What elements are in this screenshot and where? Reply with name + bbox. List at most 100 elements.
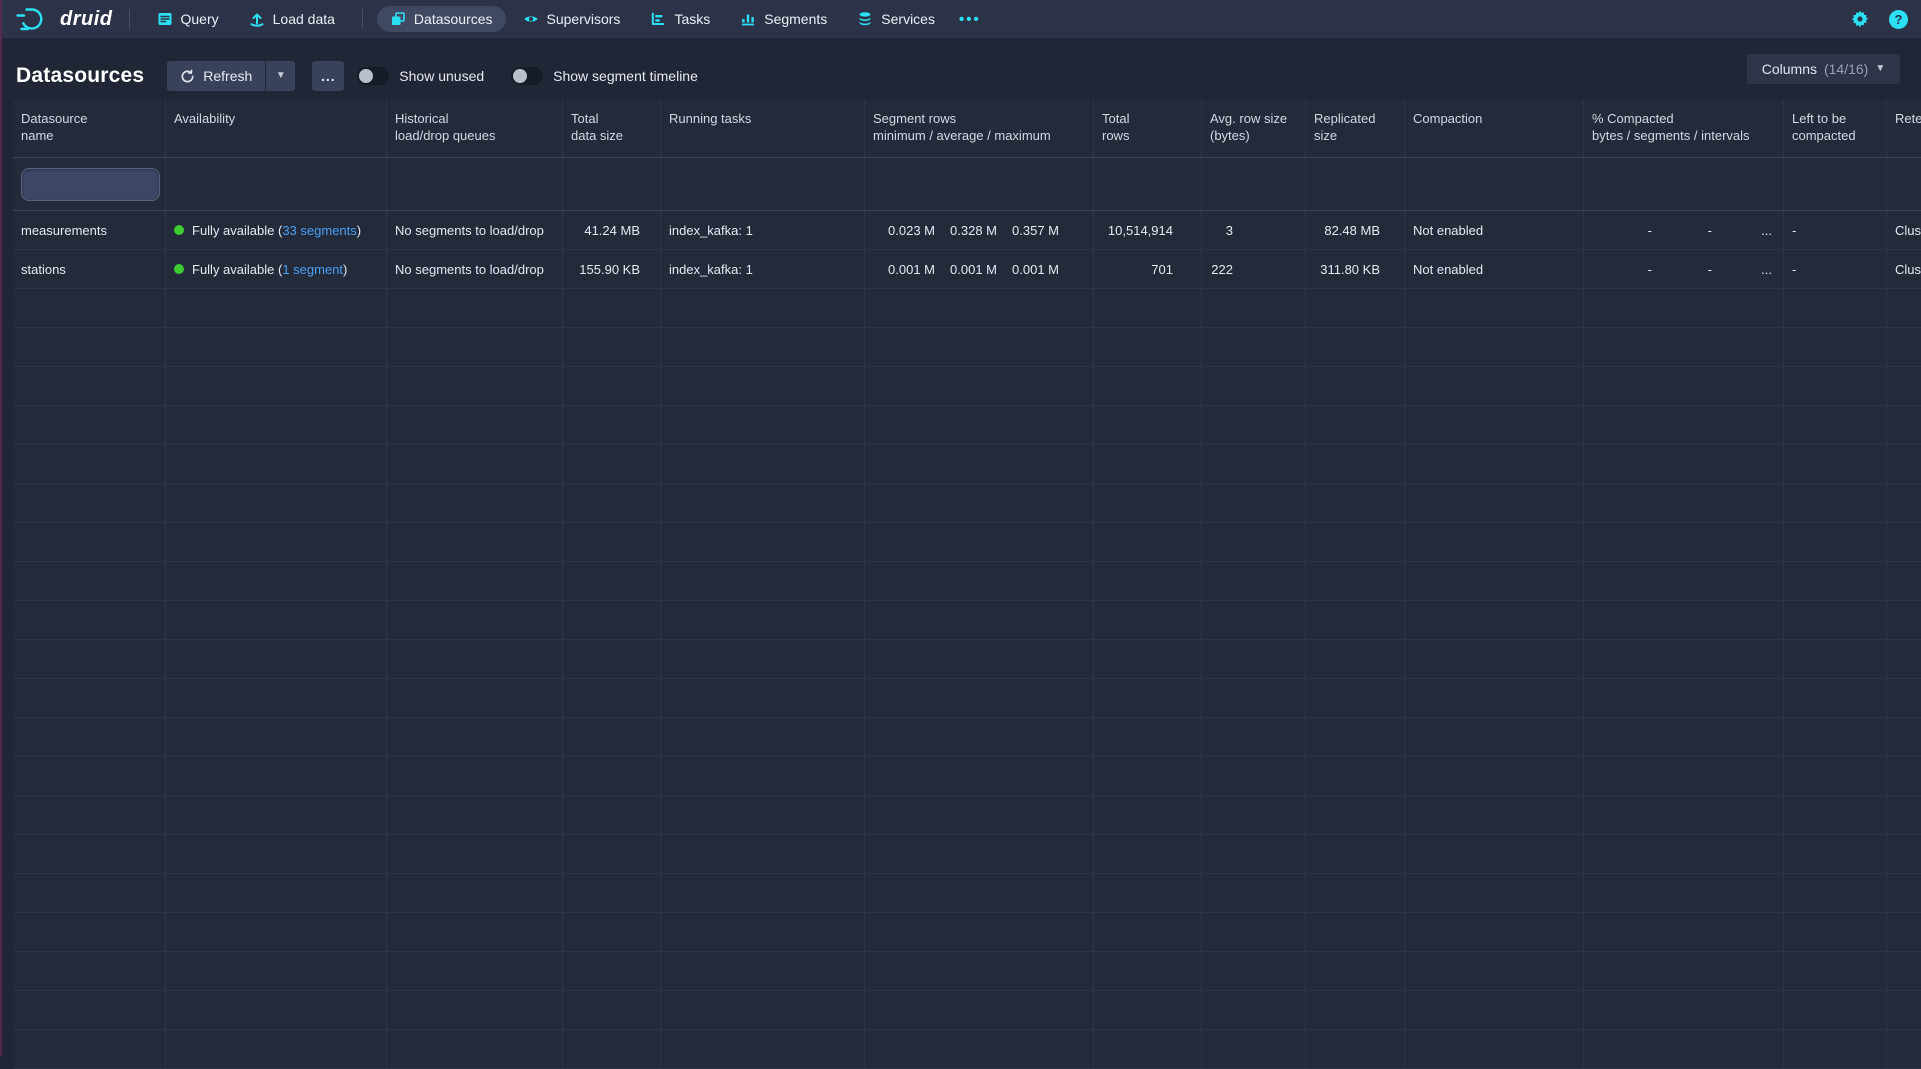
cell-compaction[interactable]: Not enabled <box>1405 250 1584 288</box>
nav-item-segments[interactable]: Segments <box>727 6 840 32</box>
table-row-empty <box>13 952 1921 991</box>
chevron-down-icon: ▼ <box>276 71 286 81</box>
column-header-total-rows[interactable]: Totalrows <box>1094 100 1202 157</box>
cell-datasource-name[interactable]: stations <box>13 250 166 288</box>
column-header-datasource-name[interactable]: Datasourcename <box>13 100 166 157</box>
table-row-empty <box>13 445 1921 484</box>
columns-picker-button[interactable]: Columns (14/16) ▼ <box>1747 54 1900 84</box>
window-left-edge <box>0 0 2 1056</box>
table-row-empty <box>13 328 1921 367</box>
cell-retention[interactable]: Cluster default <box>1887 250 1921 288</box>
table-row-empty <box>13 406 1921 445</box>
table-filter-row <box>13 158 1921 211</box>
table-row-measurements[interactable]: measurements Fully available (33 segment… <box>13 211 1921 250</box>
nav-item-label: Query <box>181 11 219 27</box>
toggle-track[interactable] <box>511 67 543 85</box>
cell-segment-rows: 0.023 M 0.328 M 0.357 M <box>865 211 1094 249</box>
cell-pct-compacted: - - ... <box>1584 211 1784 249</box>
chevron-down-icon: ▼ <box>1875 64 1885 74</box>
segments-count-link[interactable]: 33 segments <box>282 223 356 238</box>
table-row-empty <box>13 523 1921 562</box>
druid-logo[interactable]: druid <box>15 6 113 33</box>
cell-retention[interactable]: Cluster default <box>1887 211 1921 249</box>
column-header-segment-rows[interactable]: Segment rowsminimum / average / maximum <box>865 100 1094 157</box>
columns-count: (14/16) <box>1824 61 1868 77</box>
nav-item-supervisors[interactable]: Supervisors <box>510 6 634 32</box>
table-row-empty <box>13 796 1921 835</box>
page-title: Datasources <box>16 64 144 88</box>
datasources-icon <box>390 11 406 27</box>
columns-label: Columns <box>1762 61 1817 77</box>
column-header-compaction[interactable]: Compaction <box>1405 100 1584 157</box>
table-row-empty <box>13 913 1921 952</box>
column-header-running-tasks[interactable]: Running tasks <box>661 100 865 157</box>
load-data-icon <box>249 11 265 27</box>
view-toolbar: Datasources Refresh ▼ ... Show unused Sh… <box>0 38 1921 100</box>
show-unused-toggle[interactable]: Show unused <box>357 67 498 85</box>
services-icon <box>857 11 873 27</box>
settings-gear-icon[interactable] <box>1850 9 1870 29</box>
nav-divider <box>129 9 130 29</box>
cell-pct-compacted: - - ... <box>1584 250 1784 288</box>
help-icon[interactable]: ? <box>1889 10 1908 29</box>
query-icon <box>157 11 173 27</box>
column-header-pct-compacted[interactable]: % Compactedbytes / segments / intervals <box>1584 100 1784 157</box>
cell-left-to-be-compacted: - <box>1784 211 1887 249</box>
segments-icon <box>740 11 756 27</box>
cell-segment-rows: 0.001 M 0.001 M 0.001 M <box>865 250 1094 288</box>
table-header-row: Datasourcename Availability Historicallo… <box>13 100 1921 158</box>
cell-total-rows: 10,514,914 <box>1094 211 1202 249</box>
datasource-name-filter-input[interactable] <box>21 168 160 201</box>
toggle-track[interactable] <box>357 67 389 85</box>
nav-item-label: Services <box>881 11 935 27</box>
cell-replicated-size: 82.48 MB <box>1306 211 1405 249</box>
toolbar-more-button[interactable]: ... <box>312 61 344 91</box>
table-row-empty <box>13 640 1921 679</box>
nav-item-label: Datasources <box>414 11 493 27</box>
column-header-total-data-size[interactable]: Totaldata size <box>563 100 661 157</box>
show-segment-timeline-toggle[interactable]: Show segment timeline <box>511 67 712 85</box>
column-header-avg-row-size[interactable]: Avg. row size(bytes) <box>1202 100 1306 157</box>
table-empty-rows <box>13 289 1921 1069</box>
table-row-empty <box>13 991 1921 1030</box>
column-header-replicated-size[interactable]: Replicatedsize <box>1306 100 1405 157</box>
cell-avg-row-size: 3 <box>1202 211 1306 249</box>
cell-left-to-be-compacted: - <box>1784 250 1887 288</box>
nav-item-label: Tasks <box>674 11 710 27</box>
availability-status-dot <box>174 264 184 274</box>
nav-item-query[interactable]: Query <box>144 6 232 32</box>
availability-status-dot <box>174 225 184 235</box>
table-row-stations[interactable]: stations Fully available (1 segment) No … <box>13 250 1921 289</box>
table-row-empty <box>13 679 1921 718</box>
navbar-right-group: ? <box>1850 9 1908 29</box>
table-row-empty <box>13 562 1921 601</box>
refresh-button[interactable]: Refresh <box>167 61 265 91</box>
cell-total-data-size: 155.90 KB <box>563 250 661 288</box>
nav-divider <box>362 9 363 29</box>
cell-datasource-name[interactable]: measurements <box>13 211 166 249</box>
brand-wordmark: druid <box>60 8 113 31</box>
toggle-knob <box>359 69 373 83</box>
nav-overflow-button[interactable]: ••• <box>950 11 990 28</box>
toggle-knob <box>513 69 527 83</box>
refresh-interval-caret-button[interactable]: ▼ <box>266 61 295 91</box>
table-row-empty <box>13 874 1921 913</box>
refresh-label: Refresh <box>203 68 252 84</box>
table-row-empty <box>13 601 1921 640</box>
cell-compaction[interactable]: Not enabled <box>1405 211 1584 249</box>
column-header-availability[interactable]: Availability <box>166 100 387 157</box>
nav-item-tasks[interactable]: Tasks <box>637 6 723 32</box>
nav-item-services[interactable]: Services <box>844 6 948 32</box>
segments-count-link[interactable]: 1 segment <box>282 262 343 277</box>
nav-item-datasources[interactable]: Datasources <box>377 6 506 32</box>
cell-historical-queues: No segments to load/drop <box>387 250 563 288</box>
cell-replicated-size: 311.80 KB <box>1306 250 1405 288</box>
nav-item-load-data[interactable]: Load data <box>236 6 348 32</box>
column-header-left-to-be-compacted[interactable]: Left to becompacted <box>1784 100 1887 157</box>
column-header-historical-queues[interactable]: Historicalload/drop queues <box>387 100 563 157</box>
table-row-empty <box>13 289 1921 328</box>
table-row-empty <box>13 757 1921 796</box>
druid-swirl-icon <box>15 6 51 33</box>
top-navbar: druid Query Load data Datasources <box>0 0 1921 38</box>
column-header-retention[interactable]: Retention <box>1887 100 1921 157</box>
